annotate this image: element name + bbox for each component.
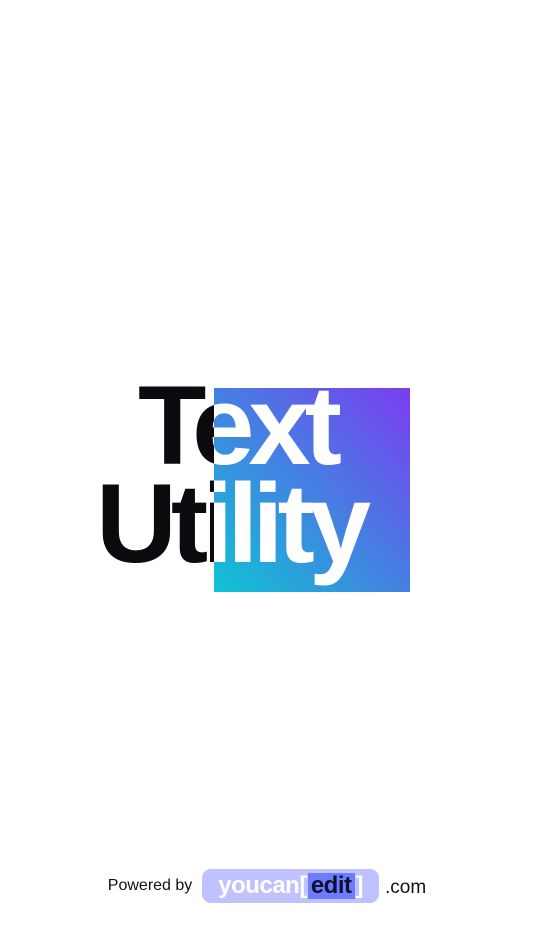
powered-by-label: Powered by — [107, 877, 193, 894]
splash-screen: Text Utility Text Utility Powered by you… — [0, 0, 534, 950]
brand-bracket-open: [ — [299, 872, 307, 899]
app-logo: Text Utility Text Utility — [96, 360, 416, 600]
brand-bracket-close: ] — [355, 872, 364, 899]
brand-domain-suffix: .com — [385, 876, 427, 898]
youcanedit-brand-link[interactable]: youcan[edit] — [202, 869, 379, 903]
text-utility-logo-graphic: Text Utility Text Utility — [96, 363, 410, 592]
brand-part-edit: edit — [307, 873, 355, 899]
powered-by-footer: Powered by youcan[edit] .com — [0, 866, 534, 906]
brand-part-youcan: youcan — [218, 872, 300, 899]
